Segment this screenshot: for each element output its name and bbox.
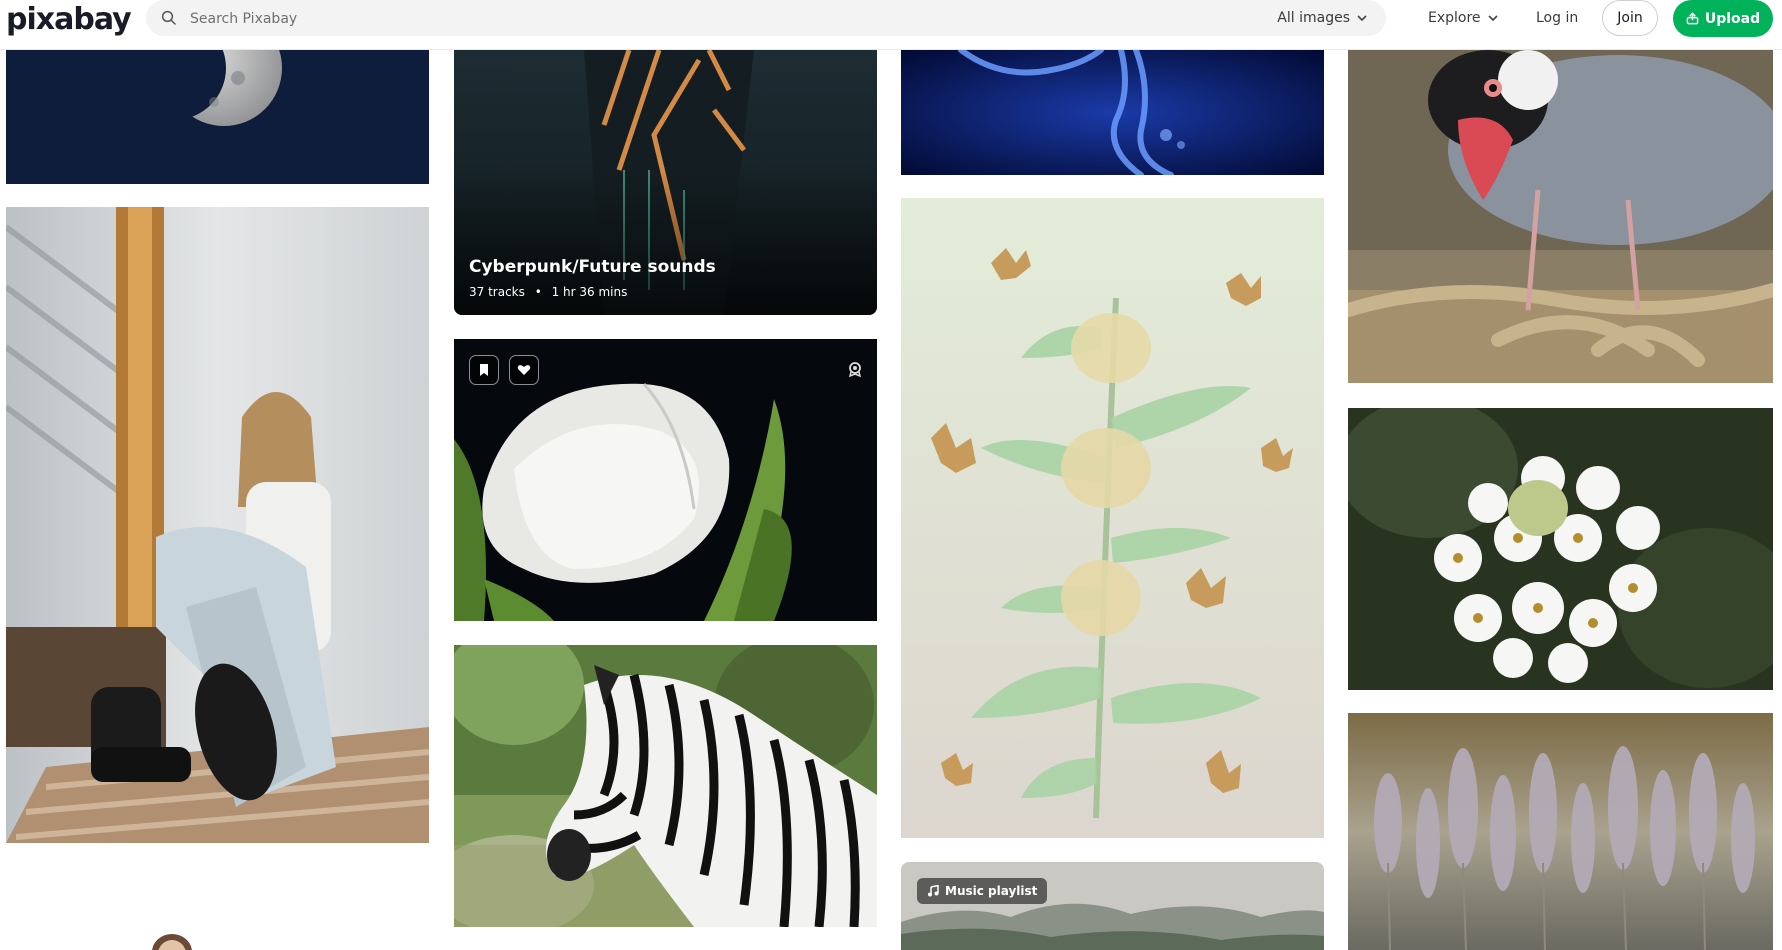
music-playlist-badge: Music playlist: [917, 878, 1048, 904]
top-navigation-bar: pixabay All images Explore Log in Join U…: [0, 0, 1782, 50]
pampas-grass-photo: [1348, 713, 1773, 950]
image-tile-butterfly-illustration[interactable]: [901, 198, 1324, 838]
image-type-dropdown[interactable]: All images: [1277, 0, 1368, 36]
search-icon[interactable]: [160, 9, 178, 27]
playlist-meta: 37 tracks • 1 hr 36 mins: [469, 285, 627, 299]
search-bar[interactable]: All images: [146, 0, 1386, 38]
chevron-down-icon: [1357, 15, 1367, 22]
jellyfish-photo: [901, 50, 1324, 175]
image-tile-white-flower[interactable]: [1348, 408, 1773, 690]
like-button[interactable]: [509, 355, 539, 385]
white-flower-photo: [1348, 408, 1773, 690]
music-badge-label: Music playlist: [945, 884, 1038, 898]
playlist-title: Cyberpunk/Future sounds: [469, 257, 716, 277]
heart-icon: [517, 365, 531, 375]
meta-separator: •: [534, 285, 542, 299]
explore-label: Explore: [1428, 10, 1481, 26]
image-tile-moon[interactable]: [6, 50, 429, 184]
image-tile-java-sparrow[interactable]: [1348, 50, 1773, 383]
image-tile-jellyfish[interactable]: [901, 50, 1324, 175]
award-badge-icon: [848, 362, 862, 377]
playlist-card-cyberpunk[interactable]: Cyberpunk/Future sounds 37 tracks • 1 hr…: [454, 50, 877, 315]
playlist-track-count: 37 tracks: [469, 285, 525, 299]
playlist-card-music[interactable]: Music playlist: [901, 862, 1324, 950]
playlist-duration: 1 hr 36 mins: [551, 285, 628, 299]
java-sparrow-photo: [1348, 50, 1773, 383]
misty-mountains-photo: [901, 862, 1324, 950]
image-tile-white-tulip[interactable]: [454, 339, 877, 621]
upload-button[interactable]: Upload: [1673, 0, 1773, 37]
bookmark-button[interactable]: [469, 355, 499, 385]
explore-menu[interactable]: Explore: [1428, 0, 1499, 36]
search-input[interactable]: [188, 0, 1192, 38]
pixabay-logo[interactable]: pixabay: [6, 2, 132, 42]
avatar[interactable]: [150, 930, 194, 950]
butterfly-plant-illustration: [901, 198, 1324, 838]
upload-icon: [1686, 12, 1699, 25]
image-tile-zebra[interactable]: [454, 645, 877, 927]
image-tile-woman-sitting[interactable]: [6, 207, 429, 843]
music-note-icon: [928, 885, 939, 897]
bookmark-icon: [480, 364, 488, 376]
join-button[interactable]: Join: [1602, 0, 1658, 36]
image-type-label: All images: [1277, 10, 1350, 26]
moon-photo: [6, 50, 429, 184]
avatar-image: [152, 934, 192, 950]
login-link[interactable]: Log in: [1536, 0, 1578, 36]
woman-sitting-photo: [6, 207, 429, 843]
upload-label: Upload: [1704, 10, 1761, 27]
image-tile-pampas-grass[interactable]: [1348, 713, 1773, 950]
chevron-down-icon: [1487, 15, 1498, 22]
zebra-photo: [454, 645, 877, 927]
